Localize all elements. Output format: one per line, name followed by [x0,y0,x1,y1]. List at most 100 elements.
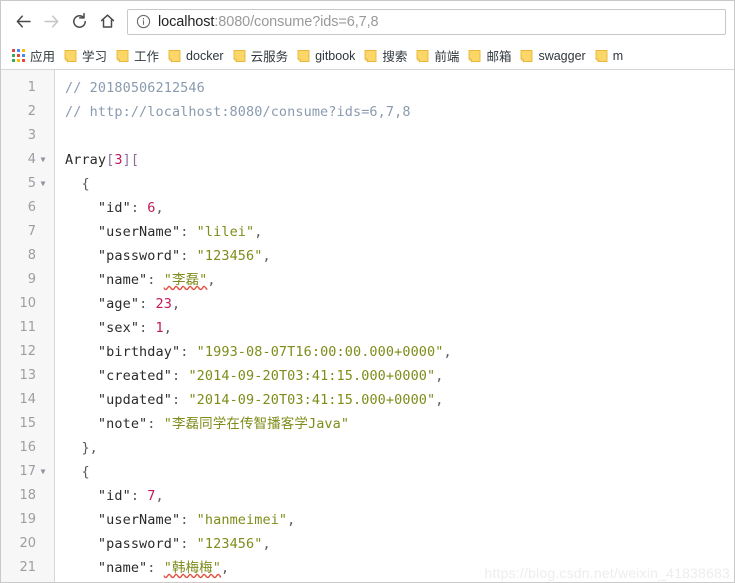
folder-icon [297,49,310,63]
token-punct: : [171,392,189,408]
token-str: "1993-08-07T16:00:00.000+0000" [196,344,444,360]
line-number: 15 [19,416,36,431]
bookmarks-bar: 应用 学习 工作 docker 云服务 gitbook 搜索 前端 邮箱 swa… [1,42,734,70]
code-line: "password": "123456", [65,532,734,556]
gutter-row: 11▼ [1,316,54,340]
token-comment: // 20180506212546 [65,80,205,96]
token-punct: : [147,416,164,432]
line-number: 16 [19,440,36,455]
fold-toggle-icon[interactable]: ▼ [36,468,50,476]
line-number: 21 [19,560,36,575]
json-viewer: 1▼2▼3▼4▼5▼6▼7▼8▼9▼10▼11▼12▼13▼14▼15▼16▼1… [1,70,734,582]
bookmark-label: 前端 [434,50,460,64]
gutter-row: 15▼ [1,412,54,436]
bookmark-apps[interactable]: 应用 [8,44,60,67]
folder-icon [116,49,129,63]
token-key: "userName" [65,512,181,528]
folder-icon [416,49,429,63]
gutter-row: 18▼ [1,484,54,508]
bookmark-label: 搜索 [382,50,408,64]
line-number: 18 [19,488,36,503]
json-code-block[interactable]: // 20180506212546 // http://localhost:808… [55,70,734,582]
token-comment: // http://localhost:8080/consume?ids=6,7… [65,104,411,120]
bookmark-label: docker [186,48,224,63]
gutter-row: 7▼ [1,220,54,244]
folder-icon [468,49,481,63]
token-punct: , [254,224,263,240]
bookmark-item-7[interactable]: 邮箱 [464,44,516,67]
folder-icon [520,49,533,63]
line-number: 12 [19,344,36,359]
token-str-spell: "韩梅梅" [163,560,222,576]
bookmark-label: gitbook [315,48,356,63]
token-punct: , [435,392,444,408]
gutter-row: 8▼ [1,244,54,268]
reload-button[interactable] [65,8,93,36]
token-punct: : [139,320,156,336]
token-key: "sex" [65,320,140,336]
home-button[interactable] [93,8,121,36]
token-punct: , [262,248,271,264]
apps-grid-icon [12,49,25,62]
bookmark-label: 工作 [134,50,160,64]
forward-button[interactable] [37,8,65,36]
token-key: "note" [65,416,148,432]
code-line: // 20180506212546 [65,76,734,100]
gutter-row: 9▼ [1,268,54,292]
token-punct: , [287,512,296,528]
bookmark-item-8[interactable]: swagger [516,47,590,65]
token-punct: : [180,536,197,552]
bookmark-item-1[interactable]: 工作 [112,44,164,67]
bookmark-label: 学习 [82,50,108,64]
gutter-row: 1▼ [1,76,54,100]
folder-icon [64,49,77,63]
gutter-row: 21▼ [1,556,54,580]
token-punct: : [130,488,148,504]
back-button[interactable] [9,8,37,36]
gutter-row: 16▼ [1,436,54,460]
fold-toggle-icon[interactable]: ▼ [36,156,50,164]
bookmark-item-4[interactable]: gitbook [293,47,360,65]
token-key: "password" [65,248,181,264]
token-str: "lilei" [196,224,255,240]
token-punct: : [171,368,189,384]
line-number: 2 [27,104,36,119]
token-punct: }, [65,440,98,456]
fold-toggle-icon[interactable]: ▼ [36,180,50,188]
bookmark-item-3[interactable]: 云服务 [229,44,294,67]
bookmark-item-2[interactable]: docker [164,47,229,65]
bookmark-item-9[interactable]: m [591,47,628,65]
token-punct: , [435,368,444,384]
bookmark-item-6[interactable]: 前端 [412,44,464,67]
token-punct: : [147,560,164,576]
token-punct: : [139,296,156,312]
line-number: 14 [19,392,36,407]
token-str: "hanmeimei" [196,512,288,528]
line-number: 3 [27,128,36,143]
line-number: 4 [27,152,36,167]
code-line: "birthday": "1993-08-07T16:00:00.000+000… [65,340,734,364]
home-icon [98,12,117,31]
line-number: 6 [27,200,36,215]
code-line: "updated": "2014-09-20T03:41:15.000+0000… [65,388,734,412]
token-punct: , [221,560,230,576]
info-circle-icon[interactable] [136,14,151,29]
bookmark-item-5[interactable]: 搜索 [360,44,412,67]
bookmark-item-0[interactable]: 学习 [60,44,112,67]
code-line: "id": 7, [65,484,734,508]
line-number: 7 [27,224,36,239]
bookmark-label: m [612,48,624,63]
token-punct: : [180,344,197,360]
gutter-row: 13▼ [1,364,54,388]
token-key: "name" [65,560,148,576]
line-number: 11 [19,320,36,335]
folder-icon [364,49,377,63]
token-punct: : [130,200,148,216]
browser-toolbar: localhost:8080/consume?ids=6,7,8 [1,1,734,42]
page-content: 1▼2▼3▼4▼5▼6▼7▼8▼9▼10▼11▼12▼13▼14▼15▼16▼1… [1,70,734,582]
token-num: 23 [155,296,172,312]
gutter-row: 2▼ [1,100,54,124]
gutter-row: 10▼ [1,292,54,316]
token-punct: , [172,296,181,312]
address-bar[interactable]: localhost:8080/consume?ids=6,7,8 [127,8,726,35]
